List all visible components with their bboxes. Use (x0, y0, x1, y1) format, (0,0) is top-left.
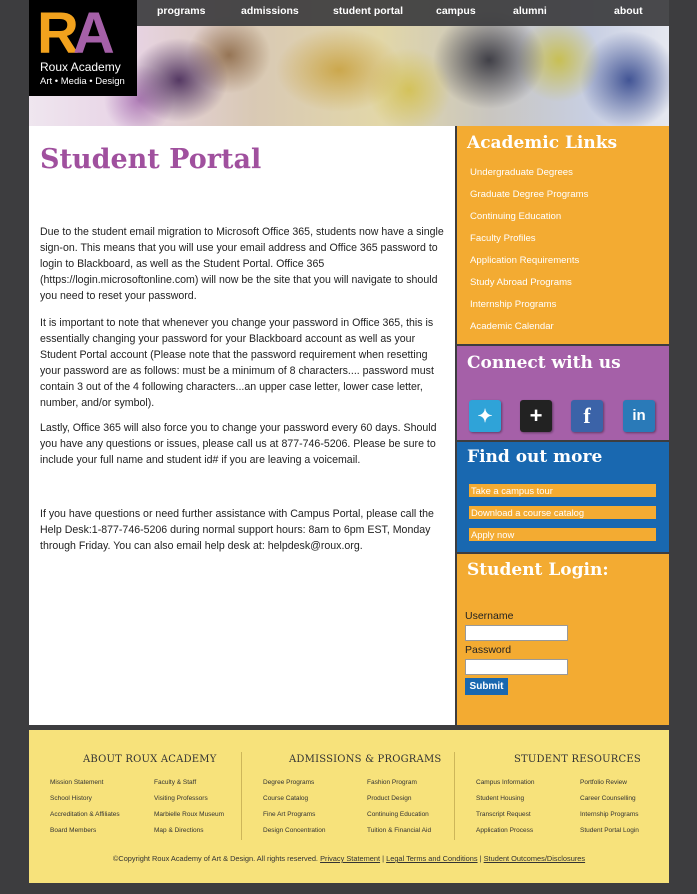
logo-mark: RA (37, 1, 115, 66)
password-label: Password (465, 644, 512, 656)
footer-link[interactable]: Degree Programs (263, 779, 314, 786)
academic-link-graduate[interactable]: Graduate Degree Programs (470, 188, 588, 210)
academic-link-continuing-education[interactable]: Continuing Education (470, 210, 588, 232)
logo-name: Roux Academy (40, 60, 121, 74)
linkedin-icon[interactable]: in (623, 400, 655, 432)
separator: | (479, 854, 482, 863)
footer-link[interactable]: Continuing Education (367, 811, 429, 818)
footer-link[interactable]: Visiting Professors (154, 795, 208, 802)
password-input[interactable] (465, 659, 568, 675)
footer-link[interactable]: Accreditation & Affiliates (50, 811, 120, 818)
footer-heading-admissions: ADMISSIONS & PROGRAMS (289, 754, 442, 765)
course-catalog-link[interactable]: Download a course catalog (469, 506, 656, 519)
site-footer: ABOUT ROUX ACADEMY Mission Statement Fac… (29, 730, 669, 883)
site-header: RA Roux Academy Art • Media • Design pro… (29, 0, 669, 126)
paragraph-migration: Due to the student email migration to Mi… (40, 226, 444, 302)
copyright-text: ©Copyright Roux Academy of Art & Design.… (112, 854, 318, 863)
username-input[interactable] (465, 625, 568, 641)
footer-link[interactable]: School History (50, 795, 92, 802)
nav-campus[interactable]: campus (436, 5, 476, 17)
paragraph-password-expiry: Lastly, Office 365 will also force you t… (40, 422, 437, 466)
academic-links-panel: Academic Links Undergraduate Degrees Gra… (457, 126, 669, 344)
academic-link-application-requirements[interactable]: Application Requirements (470, 254, 588, 276)
student-outcomes-link[interactable]: Student Outcomes/Disclosures (484, 854, 585, 863)
nav-about[interactable]: about (614, 5, 643, 17)
footer-link[interactable]: Career Counselling (580, 795, 636, 802)
footer-link[interactable]: Student Housing (476, 795, 524, 802)
apply-now-link[interactable]: Apply now (469, 528, 656, 541)
footer-link[interactable]: Campus Information (476, 779, 535, 786)
twitter-icon[interactable]: ✦ (469, 400, 501, 432)
footer-link[interactable]: Student Portal Login (580, 827, 639, 834)
student-login-panel: Student Login: Username Password Submit (457, 554, 669, 725)
footer-link[interactable]: Board Members (50, 827, 96, 834)
footer-link[interactable]: Mission Statement (50, 779, 103, 786)
nav-alumni[interactable]: alumni (513, 5, 547, 17)
site-logo[interactable]: RA Roux Academy Art • Media • Design (29, 0, 137, 96)
footer-link[interactable]: Marbielle Roux Museum (154, 811, 224, 818)
facebook-icon[interactable]: f (571, 400, 603, 432)
footer-link[interactable]: Fashion Program (367, 779, 417, 786)
google-plus-icon[interactable]: + (520, 400, 552, 432)
academic-link-faculty-profiles[interactable]: Faculty Profiles (470, 232, 588, 254)
nav-student-portal[interactable]: student portal (333, 5, 403, 17)
nav-programs[interactable]: programs (157, 5, 205, 17)
find-out-more-title: Find out more (467, 447, 603, 467)
footer-divider (454, 752, 455, 840)
footer-link[interactable]: Product Design (367, 795, 411, 802)
paragraph-help-desk: If you have questions or need further as… (40, 508, 434, 552)
page-title: Student Portal (40, 144, 262, 175)
logo-tagline: Art • Media • Design (40, 76, 125, 87)
paragraph-password-change: It is important to note that whenever yo… (40, 317, 434, 409)
privacy-statement-link[interactable]: Privacy Statement (320, 854, 380, 863)
footer-divider (241, 752, 242, 840)
footer-link[interactable]: Transcript Request (476, 811, 531, 818)
footer-link[interactable]: Design Concentration (263, 827, 326, 834)
footer-link[interactable]: Fine Art Programs (263, 811, 315, 818)
connect-title: Connect with us (467, 353, 621, 373)
connect-panel: Connect with us ✦ + f in (457, 346, 669, 440)
copyright-line: ©Copyright Roux Academy of Art & Design.… (29, 854, 669, 863)
footer-link[interactable]: Application Process (476, 827, 533, 834)
academic-link-undergraduate[interactable]: Undergraduate Degrees (470, 166, 588, 188)
find-out-more-panel: Find out more Take a campus tour Downloa… (457, 442, 669, 552)
footer-link[interactable]: Tuition & Financial Aid (367, 827, 431, 834)
footer-heading-resources: STUDENT RESOURCES (514, 754, 641, 765)
footer-heading-about: ABOUT ROUX ACADEMY (83, 754, 217, 765)
legal-terms-link[interactable]: Legal Terms and Conditions (386, 854, 477, 863)
academic-links-list: Undergraduate Degrees Graduate Degree Pr… (470, 166, 588, 342)
academic-link-study-abroad[interactable]: Study Abroad Programs (470, 276, 588, 298)
academic-link-internship[interactable]: Internship Programs (470, 298, 588, 320)
nav-admissions[interactable]: admissions (241, 5, 299, 17)
username-label: Username (465, 610, 514, 622)
main-content: Student Portal Due to the student email … (29, 126, 455, 725)
campus-tour-link[interactable]: Take a campus tour (469, 484, 656, 497)
submit-button[interactable]: Submit (465, 678, 508, 695)
footer-link[interactable]: Internship Programs (580, 811, 639, 818)
top-navigation: programs admissions student portal campu… (137, 0, 669, 26)
separator: | (382, 854, 385, 863)
academic-link-calendar[interactable]: Academic Calendar (470, 320, 588, 342)
footer-link[interactable]: Faculty & Staff (154, 779, 196, 786)
footer-link[interactable]: Course Catalog (263, 795, 308, 802)
footer-link[interactable]: Map & Directions (154, 827, 204, 834)
footer-link[interactable]: Portfolio Review (580, 779, 627, 786)
student-login-title: Student Login: (467, 560, 609, 580)
academic-links-title: Academic Links (467, 133, 618, 153)
